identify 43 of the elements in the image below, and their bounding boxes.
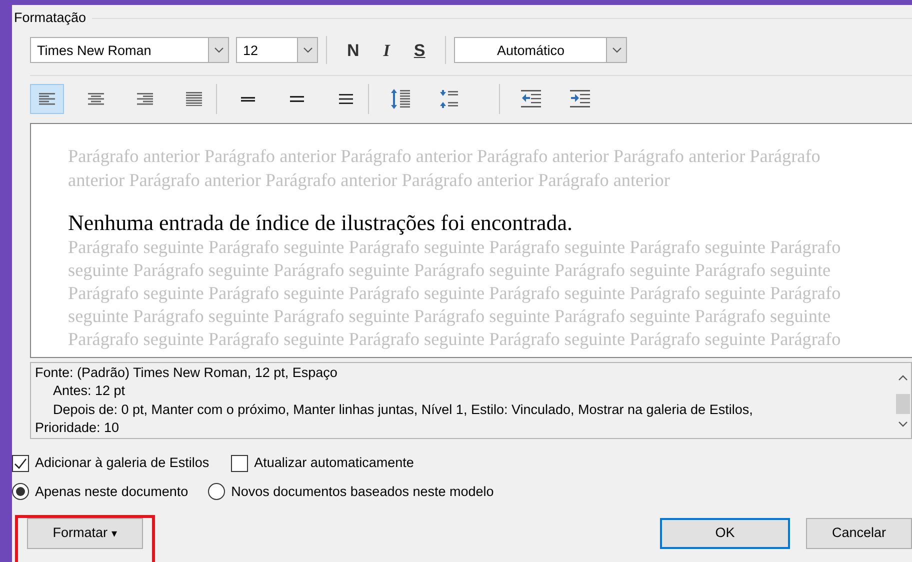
checkbox[interactable] <box>231 454 248 472</box>
decrease-indent-icon <box>521 90 541 108</box>
checkbox-label[interactable]: Atualizar automaticamente <box>254 453 414 474</box>
align-center-icon <box>88 93 104 106</box>
preview-text: Parágrafo seguinte Parágrafo seguinte Parágrafo seguinte Parágrafo seguinte Parágrafo seguinte Parágrafo <box>68 282 842 306</box>
radio-label[interactable]: Apenas neste documento <box>35 482 188 502</box>
single-spacing-icon <box>241 96 255 102</box>
one-half-spacing-icon <box>290 96 304 102</box>
group-title: Formatação <box>14 9 86 27</box>
description-line: Antes: 12 pt <box>52 382 126 400</box>
radio-label[interactable]: Novos documentos baseados neste modelo <box>231 482 494 502</box>
checkbox[interactable] <box>12 454 29 472</box>
preview-text: Parágrafo seguinte Parágrafo seguinte Parágrafo seguinte Parágrafo seguinte Parágrafo seguinte Parágrafo <box>68 328 842 352</box>
preview-heading: Nenhuma entrada de índice de ilustrações foi encontrada. <box>68 210 574 236</box>
radio-button[interactable] <box>12 483 29 500</box>
scroll-thumb[interactable] <box>896 394 910 414</box>
bold-button[interactable]: N <box>335 38 372 63</box>
paragraph-spacing-icon <box>439 90 459 108</box>
increase-indent-icon <box>570 90 590 108</box>
color-dropdown[interactable]: Automático <box>454 37 628 64</box>
font-dropdown[interactable]: Times New Roman <box>30 37 229 64</box>
underline-button[interactable]: S <box>402 38 438 63</box>
line-spacing-icon <box>390 88 410 110</box>
ok-button[interactable]: OK <box>660 518 790 549</box>
preview-text: Parágrafo anterior Parágrafo anterior Parágrafo anterior Parágrafo anterior Parágrafo anterior Parágrafo <box>68 145 822 168</box>
align-left-icon <box>39 93 55 106</box>
double-spacing-icon <box>339 94 353 104</box>
align-right-icon <box>137 93 153 106</box>
preview-text: Parágrafo seguinte Parágrafo seguinte Parágrafo seguinte Parágrafo seguinte Parágrafo seguinte Parágrafo <box>68 236 842 260</box>
justify-icon <box>186 92 202 106</box>
description-line: Depois de: 0 pt, Manter com o próximo, Manter linhas juntas, Nível 1, Estilo: Vinculado, Mostrar na galeria de Estilos, <box>52 400 754 419</box>
italic-button[interactable]: I <box>371 38 402 63</box>
description-line: Prioridade: 10 <box>35 418 120 437</box>
align-left-button[interactable] <box>30 84 64 114</box>
preview-text: seguinte Parágrafo seguinte Parágrafo seguinte Parágrafo seguinte Parágrafo seguinte Parágrafo seguinte <box>68 259 832 282</box>
radio-button[interactable] <box>208 483 226 500</box>
size-dropdown[interactable]: 12 <box>236 37 318 64</box>
preview-text: seguinte Parágrafo seguinte Parágrafo seguinte Parágrafo seguinte Parágrafo seguinte Parágrafo seguinte <box>68 305 832 328</box>
format-button[interactable]: Formatar ▾ <box>27 518 143 549</box>
cancel-button[interactable]: Cancelar <box>806 518 912 549</box>
description-line: Fonte: (Padrão) Times New Roman, 12 pt, Espaço <box>35 364 338 382</box>
preview-text: anterior Parágrafo anterior Parágrafo anterior Parágrafo anterior Parágrafo anterior <box>68 169 671 192</box>
checkbox-label[interactable]: Adicionar à galeria de Estilos <box>35 453 210 474</box>
